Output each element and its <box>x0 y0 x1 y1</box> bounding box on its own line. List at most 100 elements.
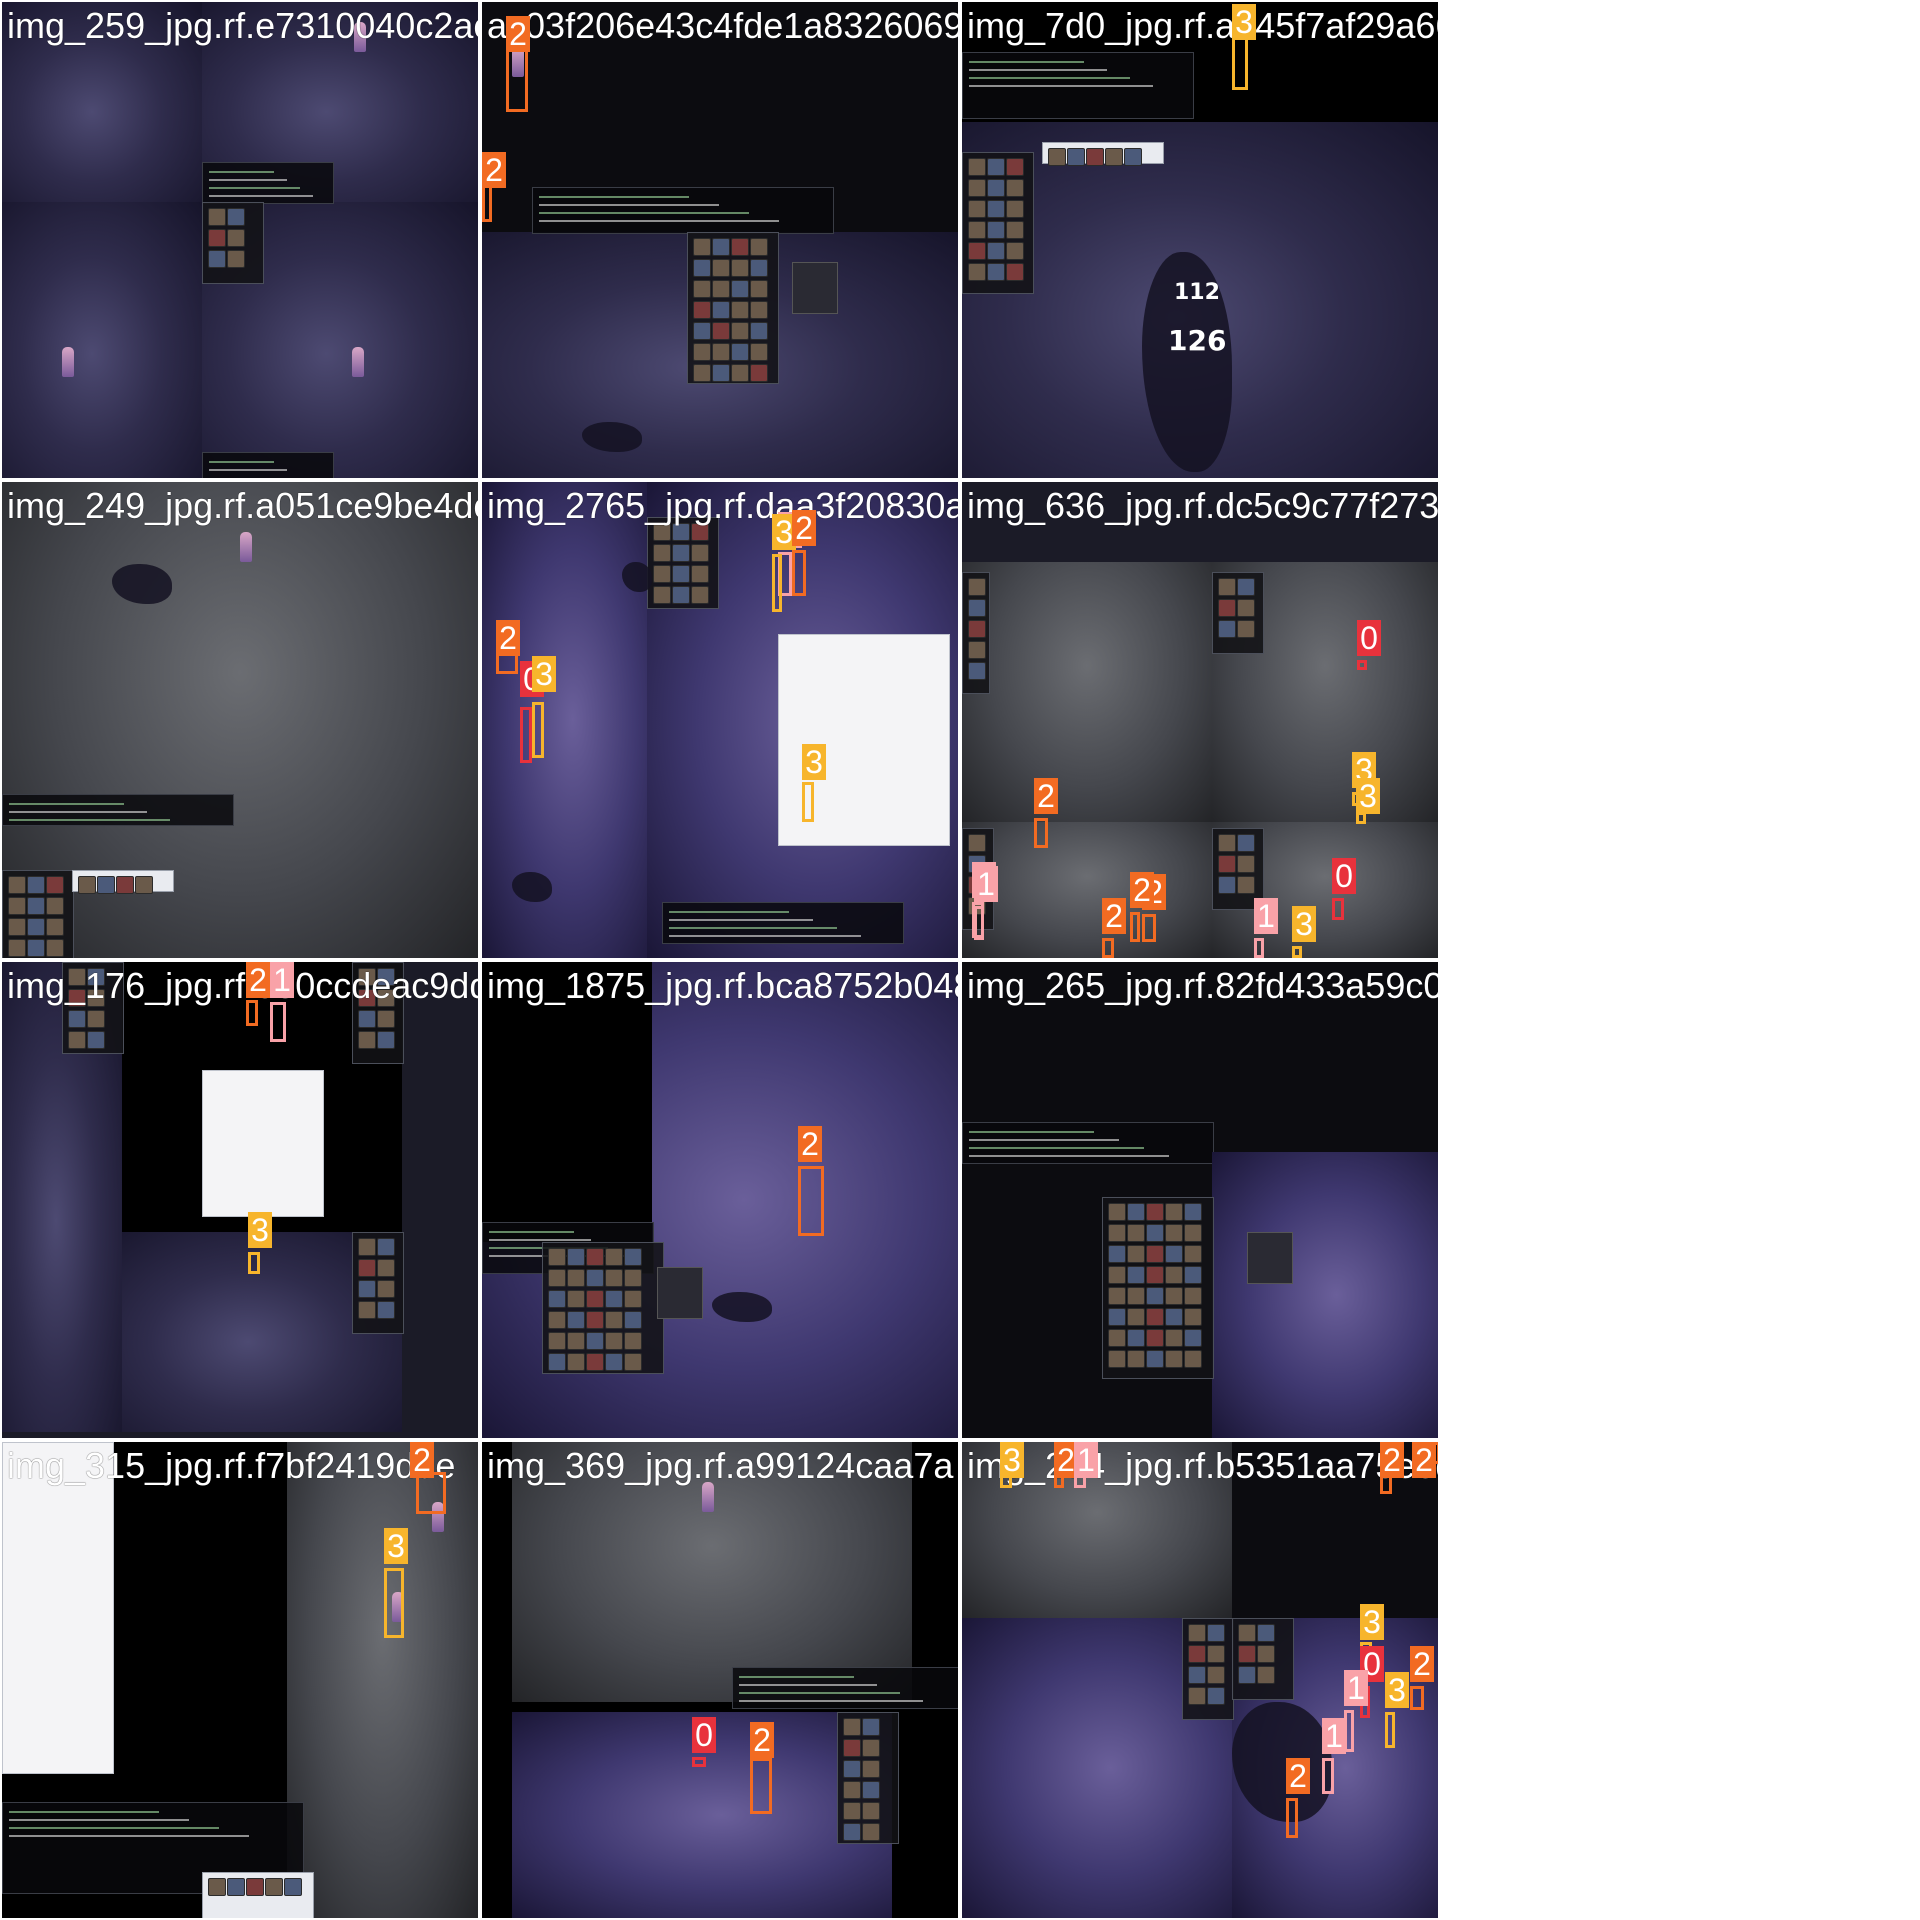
item-slot <box>1146 1266 1164 1284</box>
item-slot <box>1146 1308 1164 1326</box>
item-slot <box>97 876 115 894</box>
chat-line <box>9 1811 159 1813</box>
item-slot <box>968 620 986 638</box>
item-slot <box>27 939 45 957</box>
class-label: 0 <box>1357 620 1381 656</box>
chat-line <box>969 69 1107 71</box>
item-slot <box>227 208 245 226</box>
item-slot <box>8 876 26 894</box>
mosaic-tile: img_249_jpg.rf.a051ce9be4dc5c2765 <box>2 482 478 958</box>
item-slot <box>1108 1329 1126 1347</box>
item-slot <box>862 1760 880 1778</box>
detection-box <box>1034 818 1048 848</box>
item-slot <box>1184 1329 1202 1347</box>
class-label: 1 <box>974 866 998 902</box>
item-slot <box>1218 834 1236 852</box>
item-slot <box>1257 1666 1275 1684</box>
tile-filename: img_274_jpg.rf.b5351aa75eed349159ac875 <box>967 1445 1438 1486</box>
inventory-panel <box>962 152 1034 294</box>
detection-box <box>1357 660 1367 670</box>
item-slot <box>843 1802 861 1820</box>
item-slot <box>377 1238 395 1256</box>
item-slot <box>968 641 986 659</box>
item-slot <box>693 343 711 361</box>
item-slot <box>1238 1645 1256 1663</box>
item-slot <box>1146 1329 1164 1347</box>
chat-line <box>539 220 779 222</box>
item-slot <box>1146 1287 1164 1305</box>
item-slot <box>8 918 26 936</box>
inventory-panel <box>687 232 779 384</box>
item-slot <box>27 876 45 894</box>
item-slot <box>78 876 96 894</box>
item-slot <box>1237 876 1255 894</box>
item-slot <box>567 1269 585 1287</box>
item-slot <box>624 1248 642 1266</box>
inventory-panel <box>962 572 990 694</box>
game-scene <box>962 822 1212 958</box>
detection-box <box>1130 912 1140 942</box>
item-slot <box>1165 1287 1183 1305</box>
mosaic-tile: img_176_jpg.rf.580ccdeac9dd187521 3 <box>2 962 478 1438</box>
mosaic-tile: img_1875_jpg.rf.bca8752b048ad6265 2 <box>482 962 958 1438</box>
chat-window <box>2 794 234 826</box>
chat-line <box>489 1239 591 1241</box>
detection-box <box>246 1000 258 1026</box>
detection-box <box>1286 1798 1298 1838</box>
item-slot <box>1108 1308 1126 1326</box>
item-slots <box>1238 1624 1275 1684</box>
item-slot <box>1165 1224 1183 1242</box>
item-slots <box>968 578 986 680</box>
item-slot <box>358 1031 376 1049</box>
item-slot <box>605 1332 623 1350</box>
item-slot <box>548 1248 566 1266</box>
item-slot <box>731 259 749 277</box>
item-slot <box>843 1718 861 1736</box>
tile-filename: img_315_jpg.rf.f7bf2419d9e <box>7 1445 456 1486</box>
character-sprite <box>240 532 252 562</box>
chat-line <box>209 195 313 197</box>
detection-box <box>384 1568 404 1638</box>
detection-box <box>270 1002 286 1042</box>
mosaic-tile: img_2765_jpg.rf.daa3f20830a6995b63821320… <box>482 482 958 958</box>
item-slot <box>548 1290 566 1308</box>
class-label: 1 <box>1344 1670 1368 1706</box>
item-slot <box>712 364 730 382</box>
chat-line <box>209 179 287 181</box>
detection-box <box>802 782 814 822</box>
inventory-panel <box>647 517 719 609</box>
game-scene <box>2 202 202 478</box>
item-slot <box>135 876 153 894</box>
item-slot <box>246 1878 264 1896</box>
item-slot <box>691 565 709 583</box>
inventory-panel <box>837 1712 899 1844</box>
detection-box <box>1142 914 1156 942</box>
item-slot <box>1257 1624 1275 1642</box>
tile-filename: ac03f206e43c4fde1a83260690 <box>487 5 958 46</box>
item-slot <box>712 238 730 256</box>
inventory-panel <box>352 1232 404 1334</box>
item-slot <box>208 208 226 226</box>
class-label: 2 <box>792 510 816 546</box>
class-label: 2 <box>496 620 520 656</box>
item-slot <box>987 200 1005 218</box>
class-label: 3 <box>532 656 556 692</box>
item-slot <box>1006 242 1024 260</box>
item-slot <box>987 242 1005 260</box>
mosaic-tile: img_259_jpg.rf.e7310040c2ac03f206e43c4fd… <box>2 2 478 478</box>
item-slot <box>1207 1645 1225 1663</box>
item-slots <box>1108 1203 1202 1368</box>
item-slots <box>843 1718 880 1841</box>
detection-box <box>248 1252 260 1274</box>
item-slot <box>1108 1287 1126 1305</box>
item-slot <box>1006 179 1024 197</box>
item-slot <box>1108 1266 1126 1284</box>
item-slot <box>1184 1308 1202 1326</box>
item-slot <box>968 662 986 680</box>
item-slot <box>227 1878 245 1896</box>
class-label: 2 <box>246 962 270 998</box>
item-slots <box>1188 1624 1225 1705</box>
character-sprite <box>702 1482 714 1512</box>
item-slot <box>987 263 1005 281</box>
chat-line <box>9 811 147 813</box>
